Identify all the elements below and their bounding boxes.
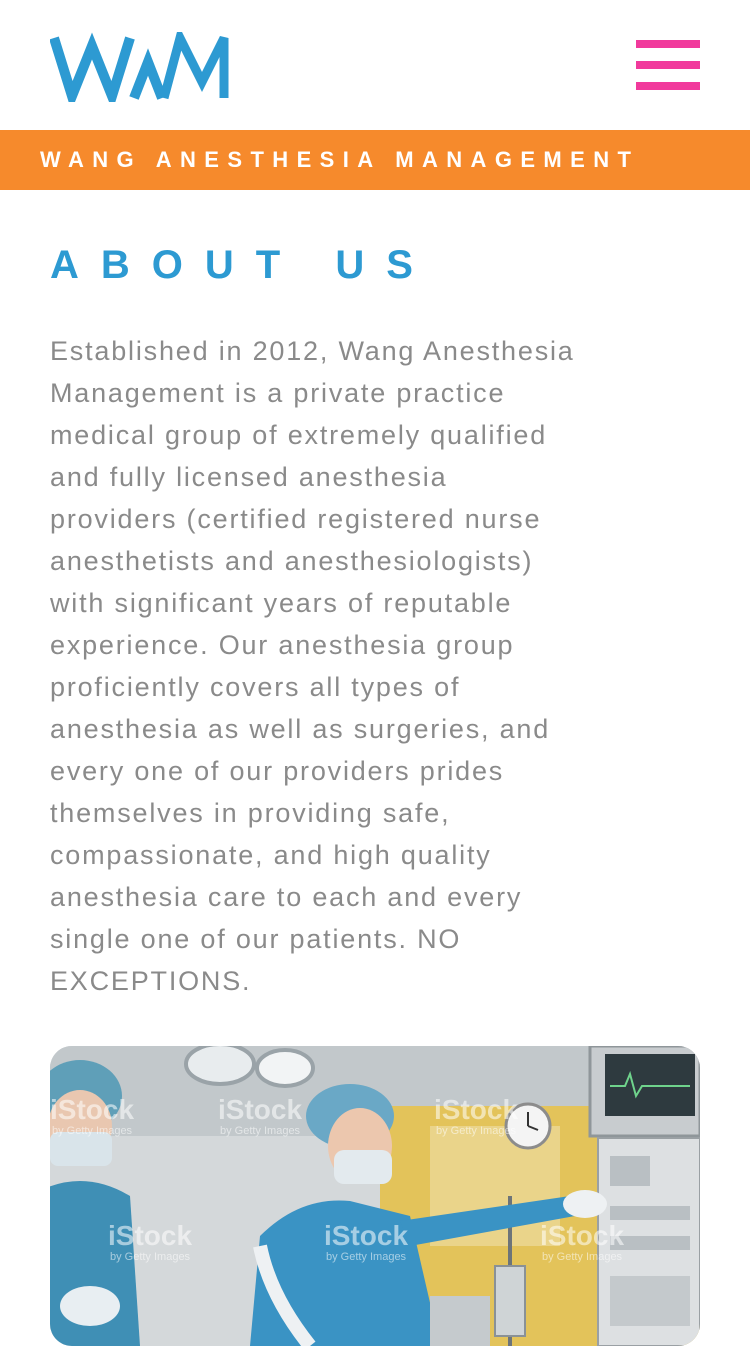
menu-bar-top: [636, 40, 700, 48]
stock-watermark: iStock by Getty Images: [50, 1094, 135, 1137]
stock-watermark: iStock by Getty Images: [324, 1220, 409, 1263]
stock-watermark: iStock by Getty Images: [540, 1220, 625, 1263]
tagline-banner: WANG ANESTHESIA MANAGEMENT: [0, 130, 750, 190]
hamburger-menu-icon[interactable]: [636, 40, 700, 90]
about-us-heading: ABOUT US: [50, 243, 435, 287]
menu-bar-bottom: [636, 82, 700, 90]
stock-watermark: iStock by Getty Images: [434, 1094, 519, 1137]
stock-watermark: iStock by Getty Images: [218, 1094, 303, 1137]
operating-room-photo: iStock by Getty Images iStock by Getty I…: [50, 1046, 700, 1346]
stock-watermark: iStock by Getty Images: [108, 1220, 193, 1263]
menu-bar-middle: [636, 61, 700, 69]
about-us-paragraph: Established in 2012, Wang Anesthesia Man…: [50, 336, 575, 996]
operating-room-illustration: [50, 1046, 700, 1346]
wam-logo-mark: [50, 32, 229, 102]
wam-logo[interactable]: [50, 32, 230, 102]
tagline-text: WANG ANESTHESIA MANAGEMENT: [40, 147, 640, 172]
site-header: [0, 0, 750, 130]
